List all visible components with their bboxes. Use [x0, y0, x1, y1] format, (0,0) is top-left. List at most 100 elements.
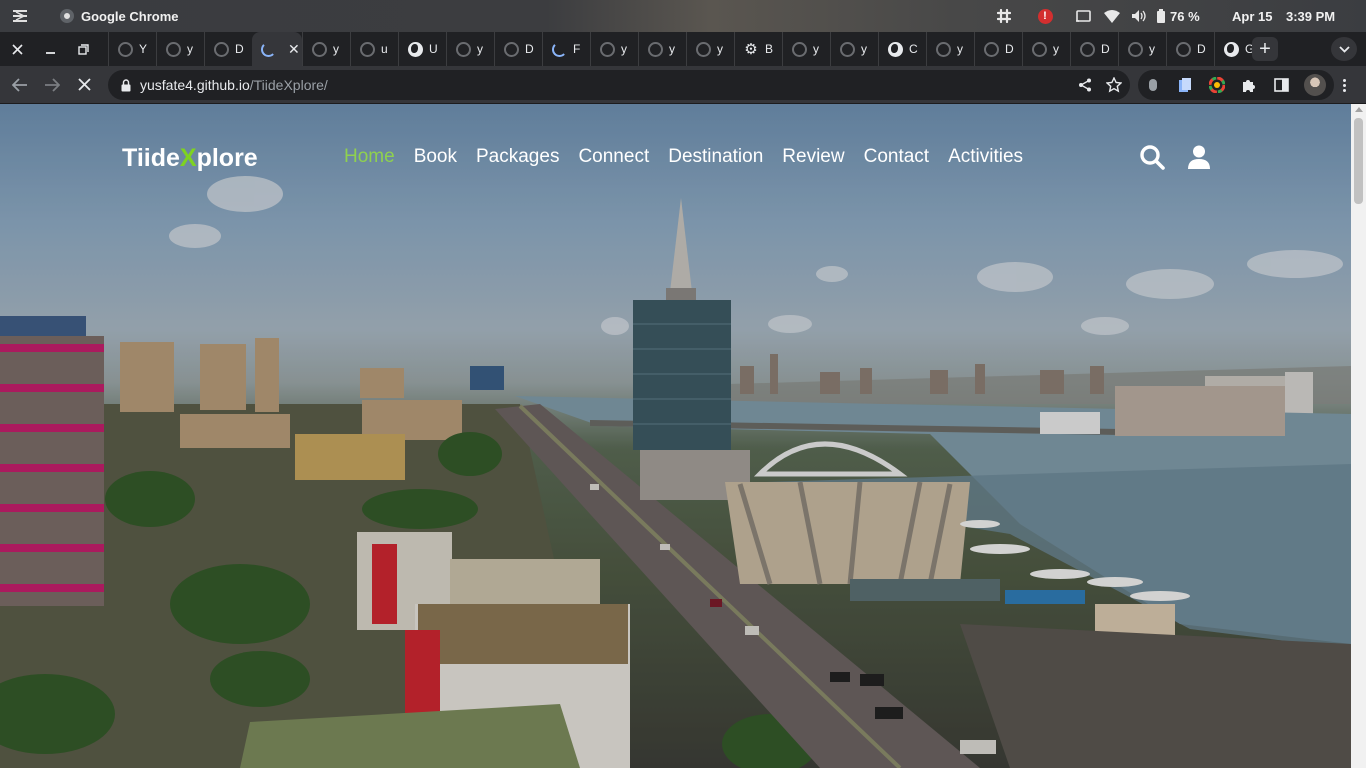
bookmark-star-icon[interactable]: [1106, 77, 1122, 93]
nav-link-destination[interactable]: Destination: [668, 146, 763, 168]
profile-avatar[interactable]: [1304, 74, 1326, 96]
github-icon: [1031, 41, 1047, 57]
browser-toolbar: yusfate4.github.io/TiideXplore/: [0, 66, 1366, 104]
nav-link-contact[interactable]: Contact: [864, 146, 929, 168]
wifi-icon[interactable]: [1098, 0, 1126, 32]
github-icon: [983, 41, 999, 57]
tab-active[interactable]: ✕: [252, 32, 302, 66]
tab[interactable]: D: [204, 32, 252, 66]
tab[interactable]: y: [156, 32, 204, 66]
tab[interactable]: y: [1118, 32, 1166, 66]
tab-title: C: [909, 42, 918, 56]
logo-prefix: Tiide: [122, 144, 180, 172]
github-icon: [503, 41, 519, 57]
extensions-puzzle-icon[interactable]: [1240, 76, 1258, 94]
tab-title: Y: [139, 42, 148, 56]
tab-title: D: [1005, 42, 1014, 56]
tab[interactable]: ⚙ B: [734, 32, 782, 66]
window-maximize-icon[interactable]: [67, 32, 100, 66]
github-icon: [117, 41, 133, 57]
tab[interactable]: u: [350, 32, 398, 66]
forward-button[interactable]: [36, 69, 68, 101]
extensions-area: [1138, 70, 1334, 100]
gear-icon: ⚙: [744, 41, 758, 58]
tab[interactable]: C: [878, 32, 926, 66]
tab[interactable]: D: [974, 32, 1022, 66]
tab[interactable]: Y: [108, 32, 156, 66]
nav-link-packages[interactable]: Packages: [476, 146, 559, 168]
tab[interactable]: y: [782, 32, 830, 66]
tab[interactable]: F: [542, 32, 590, 66]
tab[interactable]: D: [494, 32, 542, 66]
address-bar[interactable]: yusfate4.github.io/TiideXplore/: [108, 70, 1130, 100]
close-icon: [77, 78, 91, 91]
volume-icon[interactable]: [1126, 0, 1152, 32]
nav-link-review[interactable]: Review: [782, 146, 844, 168]
nav-link-connect[interactable]: Connect: [578, 146, 649, 168]
date-label[interactable]: Apr 15: [1232, 0, 1286, 32]
alert-icon[interactable]: !: [1022, 0, 1068, 32]
browser-menu-icon[interactable]: [1336, 74, 1352, 96]
new-tab-button[interactable]: +: [1252, 37, 1278, 61]
battery-icon[interactable]: [1152, 0, 1170, 32]
share-icon[interactable]: [1078, 78, 1092, 92]
chevron-down-icon: [1338, 45, 1350, 53]
cast-icon[interactable]: [1068, 0, 1098, 32]
tab[interactable]: y: [926, 32, 974, 66]
tab[interactable]: y: [638, 32, 686, 66]
main-navigation: Home Book Packages Connect Destination R…: [344, 146, 1023, 168]
tab-title: U: [429, 42, 438, 56]
tab[interactable]: y: [446, 32, 494, 66]
window-close-icon[interactable]: [1, 32, 34, 66]
url-path: /TiideXplore/: [249, 77, 328, 93]
tab[interactable]: y: [590, 32, 638, 66]
tab-title: B: [765, 42, 774, 56]
globe-icon: [1223, 41, 1239, 57]
tab[interactable]: y: [830, 32, 878, 66]
nav-link-book[interactable]: Book: [414, 146, 457, 168]
lock-icon[interactable]: [121, 78, 131, 92]
tab-search-button[interactable]: [1331, 37, 1357, 61]
extension-color-picker-icon[interactable]: [1208, 76, 1226, 94]
site-header: TiideXplore Home Book Packages Connect D…: [0, 104, 1351, 208]
nav-link-activities[interactable]: Activities: [948, 146, 1023, 168]
side-panel-icon[interactable]: [1272, 76, 1290, 94]
tab-title: y: [717, 42, 723, 56]
tab-list: Yy D ✕ y u Uy D Fy y y ⚙ By y Cy Dy Dy D G: [108, 32, 1262, 66]
tab[interactable]: y: [686, 32, 734, 66]
clock-label[interactable]: 3:39 PM: [1286, 0, 1366, 32]
os-top-bar: Google Chrome ! 76 % Apr 15 3:39 PM: [0, 0, 1366, 32]
search-icon[interactable]: [1139, 144, 1165, 170]
tab[interactable]: D: [1166, 32, 1214, 66]
window-minimize-icon[interactable]: [34, 32, 67, 66]
page-viewport: TiideXplore Home Book Packages Connect D…: [0, 104, 1351, 768]
extension-mouse-icon[interactable]: [1144, 76, 1162, 94]
loading-spinner-icon: [260, 41, 276, 57]
extension-docs-icon[interactable]: [1176, 76, 1194, 94]
github-icon: [311, 41, 327, 57]
tab[interactable]: y: [302, 32, 350, 66]
scrollbar-thumb[interactable]: [1354, 118, 1363, 204]
github-icon: [935, 41, 951, 57]
tab[interactable]: y: [1022, 32, 1070, 66]
site-logo[interactable]: TiideXplore: [122, 144, 258, 173]
nav-link-home[interactable]: Home: [344, 146, 395, 168]
active-app[interactable]: Google Chrome: [60, 9, 179, 24]
tab-title: u: [381, 42, 388, 56]
back-button[interactable]: [4, 69, 36, 101]
tab[interactable]: D: [1070, 32, 1118, 66]
app-menu-icon[interactable]: [0, 0, 40, 32]
github-icon: [359, 41, 375, 57]
forward-arrow-icon: [45, 77, 60, 92]
stop-loading-button[interactable]: [68, 69, 100, 101]
scroll-up-arrow-icon[interactable]: [1355, 107, 1363, 112]
github-icon: [1079, 41, 1095, 57]
slack-icon[interactable]: [986, 0, 1022, 32]
github-icon: [599, 41, 615, 57]
tab-close-icon[interactable]: ✕: [288, 41, 300, 58]
tab[interactable]: U: [398, 32, 446, 66]
page-scrollbar[interactable]: [1351, 104, 1366, 768]
logo-suffix: plore: [196, 144, 258, 172]
user-account-icon[interactable]: [1186, 144, 1212, 170]
url-host: yusfate4.github.io: [140, 77, 250, 93]
